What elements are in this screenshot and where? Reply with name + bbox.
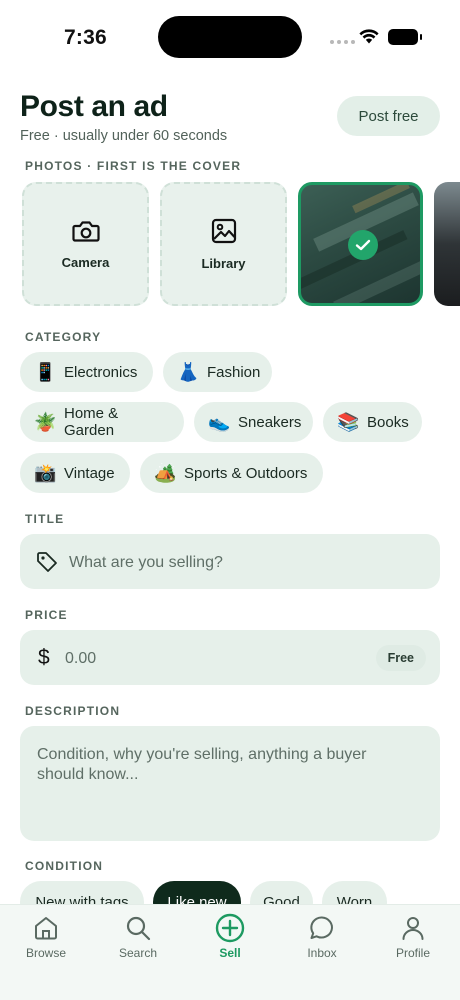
camera-button[interactable]: Camera [22, 182, 149, 306]
chat-bubble-icon [310, 916, 333, 939]
photo-thumbnail-selected[interactable] [298, 182, 423, 306]
tent-icon: 🏕️ [154, 462, 177, 483]
category-chip-home-garden[interactable]: 🪴 Home & Garden [20, 402, 184, 442]
page-title: Post an ad [20, 90, 168, 123]
price-section-label: PRICE [25, 608, 68, 622]
description-placeholder: Condition, why you're selling, anything … [37, 746, 367, 783]
category-chip-vintage[interactable]: 📸 Vintage [20, 453, 130, 493]
photo-thumbnail[interactable] [434, 182, 460, 306]
tab-sell[interactable]: Sell [190, 913, 270, 960]
image-icon [211, 218, 236, 243]
wifi-icon [359, 29, 379, 44]
tab-inbox[interactable]: Inbox [282, 915, 362, 960]
dynamic-island [158, 16, 302, 58]
post-free-button[interactable]: Post free [337, 96, 440, 136]
library-label: Library [201, 255, 246, 271]
page-subtitle: Free · usually under 60 seconds [20, 128, 228, 144]
post-ad-form: Post an ad Free · usually under 60 secon… [0, 72, 460, 904]
photos-section-label: PHOTOS · FIRST IS THE COVER [25, 159, 242, 173]
free-toggle-button[interactable]: Free [375, 645, 426, 671]
phone-icon: 📱 [34, 361, 57, 382]
tab-browse[interactable]: Browse [6, 915, 86, 960]
tab-label: Sell [219, 946, 241, 960]
camera-flash-icon: 📸 [34, 462, 57, 483]
tab-label: Inbox [307, 946, 337, 960]
condition-chip-new-with-tags[interactable]: New with tags [20, 881, 144, 904]
plus-circle-icon [215, 913, 245, 943]
category-section-label: CATEGORY [25, 330, 102, 344]
condition-chip-like-new[interactable]: Like new [153, 881, 241, 904]
description-textarea[interactable]: Condition, why you're selling, anything … [20, 726, 440, 841]
tag-icon [37, 552, 57, 572]
tab-label: Search [118, 946, 158, 960]
title-section-label: TITLE [25, 512, 65, 526]
camera-icon [71, 220, 100, 242]
status-bar: 7:36 [0, 0, 460, 72]
category-chip-label: Electronics [64, 363, 138, 381]
library-button[interactable]: Library [160, 182, 287, 306]
cellular-signal-icon [330, 40, 355, 44]
condition-chip-good[interactable]: Good [250, 881, 313, 904]
price-input[interactable]: $ 0.00 Free [20, 630, 440, 685]
category-chip-sports-outdoors[interactable]: 🏕️ Sports & Outdoors [140, 453, 323, 493]
title-input[interactable]: What are you selling? [20, 534, 440, 589]
photo-strip[interactable]: Camera Library [22, 182, 460, 308]
tab-search[interactable]: Search [98, 915, 178, 960]
condition-section-label: CONDITION [25, 859, 104, 873]
category-chip-label: Vintage [64, 464, 115, 482]
dollar-icon: $ [38, 646, 50, 669]
condition-chip-worn[interactable]: Worn [322, 881, 387, 904]
category-chip-fashion[interactable]: 👗 Fashion [163, 352, 272, 392]
category-chip-label: Books [367, 413, 409, 431]
status-time: 7:36 [64, 26, 107, 49]
tab-label: Browse [25, 946, 66, 960]
description-section-label: DESCRIPTION [25, 704, 121, 718]
category-chip-label: Home & Garden [64, 405, 119, 439]
search-icon [126, 916, 151, 941]
books-icon: 📚 [337, 411, 360, 432]
category-chip-label: Sneakers [238, 413, 302, 431]
category-chip-books[interactable]: 📚 Books [323, 402, 422, 442]
category-chip-label: Sports & Outdoors [184, 464, 308, 482]
home-icon [35, 917, 57, 940]
dress-icon: 👗 [177, 361, 200, 382]
tab-profile[interactable]: Profile [373, 915, 453, 960]
checkmark-icon [348, 230, 378, 260]
person-icon [402, 917, 424, 940]
battery-icon [388, 29, 422, 45]
title-placeholder: What are you selling? [69, 554, 223, 571]
price-placeholder: 0.00 [65, 650, 97, 667]
potted-plant-icon: 🪴 [34, 411, 57, 432]
tab-label: Profile [395, 946, 430, 960]
tab-bar: Browse Search Sell Inbox Profile [0, 904, 460, 1000]
category-chip-sneakers[interactable]: 👟 Sneakers [194, 402, 313, 442]
sneaker-icon: 👟 [208, 411, 231, 432]
category-chip-electronics[interactable]: 📱 Electronics [20, 352, 153, 392]
camera-label: Camera [61, 254, 110, 270]
category-chip-label: Fashion [207, 363, 261, 381]
